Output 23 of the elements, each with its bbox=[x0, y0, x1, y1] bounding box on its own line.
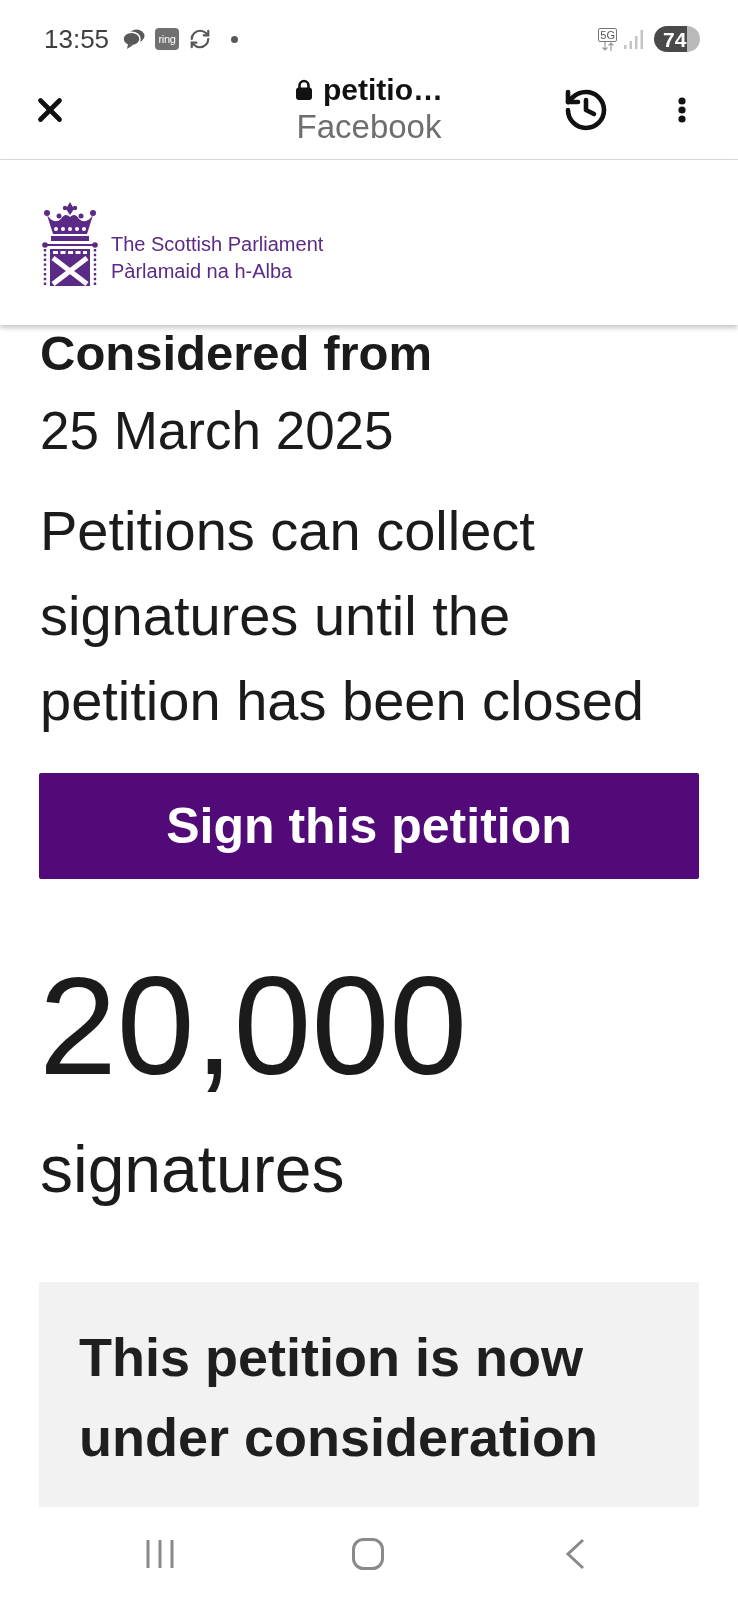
data-arrows-icon bbox=[600, 41, 615, 51]
signal-icon bbox=[624, 29, 644, 49]
sign-petition-button[interactable]: Sign this petition bbox=[39, 773, 699, 879]
status-time: 13:55 bbox=[44, 26, 110, 52]
chat-bubbles-icon bbox=[122, 29, 146, 49]
sync-icon bbox=[189, 28, 212, 50]
signature-period-note: Petitions can collect signatures until the petition has been closed bbox=[39, 498, 645, 734]
app-notification-badge: ring bbox=[155, 28, 180, 50]
considered-label: Considered from bbox=[39, 325, 433, 381]
more-options-icon bbox=[678, 96, 686, 123]
battery-indicator: 74 bbox=[654, 26, 700, 52]
page-title: petitio… bbox=[323, 72, 443, 107]
page-source: Facebook bbox=[296, 106, 442, 147]
considered-date: 25 March 2025 bbox=[39, 401, 394, 461]
network-type-label: 5G bbox=[598, 27, 617, 42]
status-panel-title: This petition is now under consideration bbox=[79, 1326, 600, 1469]
home-icon bbox=[351, 1537, 384, 1570]
logo-text: Pàrlamaid na h-Alba bbox=[111, 258, 294, 284]
signature-count: 20,000 bbox=[39, 956, 468, 1096]
logo-text: The Scottish Parliament bbox=[111, 231, 324, 257]
recent-apps-icon bbox=[146, 1537, 174, 1570]
lock-icon bbox=[295, 79, 313, 100]
back-icon bbox=[565, 1537, 585, 1570]
